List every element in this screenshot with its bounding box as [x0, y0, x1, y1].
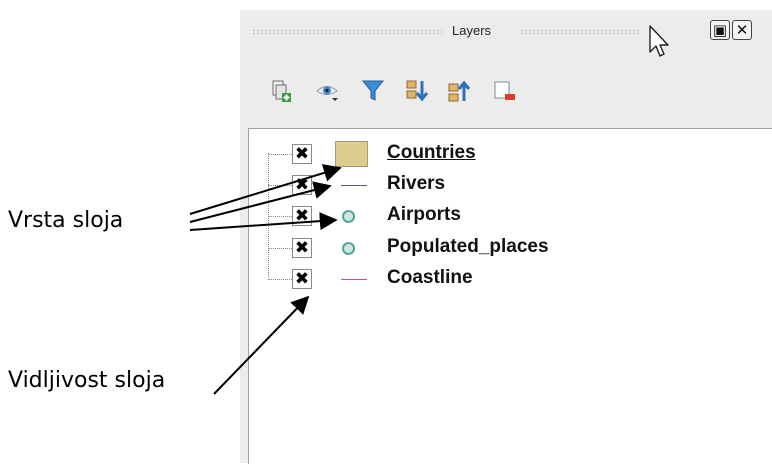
layer-type-symbol — [325, 233, 369, 263]
collapse-all-button[interactable] — [446, 78, 472, 104]
layer-row[interactable]: ✖ Rivers — [249, 170, 769, 200]
layer-type-symbol — [325, 139, 369, 169]
tree-branch — [268, 185, 292, 186]
tree-branch — [268, 154, 292, 155]
layer-name[interactable]: Coastline — [387, 267, 473, 289]
mouse-cursor-icon — [649, 25, 669, 57]
layer-visibility-checkbox[interactable]: ✖ — [292, 238, 312, 258]
float-panel-button[interactable]: ▣ — [710, 20, 730, 40]
layer-row[interactable]: ✖ Airports — [249, 201, 769, 231]
eye-visibility-icon — [316, 86, 338, 101]
layers-panel: Layers ▣ ✕ ✖ Countries ✖ Rivers ✖ Airpor… — [240, 10, 772, 464]
layer-type-annotation: Vrsta sloja — [8, 208, 124, 233]
panel-titlebar[interactable]: Layers ▣ ✕ — [240, 10, 772, 54]
tree-branch — [268, 216, 292, 217]
point-symbol-icon — [342, 210, 355, 223]
visibility-button[interactable] — [314, 78, 340, 104]
layer-name[interactable]: Countries — [387, 142, 476, 164]
expand-all-button[interactable] — [404, 78, 430, 104]
filter-icon — [361, 80, 385, 101]
filter-button[interactable] — [360, 78, 386, 104]
panel-title: Layers — [452, 23, 492, 38]
layer-visibility-checkbox[interactable]: ✖ — [292, 206, 312, 226]
layer-visibility-checkbox[interactable]: ✖ — [292, 144, 312, 164]
tree-branch — [268, 248, 292, 249]
layer-tree: ✖ Countries ✖ Rivers ✖ Airports ✖ Popula… — [248, 128, 772, 464]
layer-type-symbol — [325, 170, 369, 200]
line-symbol-icon — [341, 279, 367, 280]
add-group-button[interactable] — [268, 78, 294, 104]
layers-toolbar — [240, 54, 772, 128]
layer-name[interactable]: Rivers — [387, 173, 445, 195]
layer-name[interactable]: Airports — [387, 204, 461, 226]
layer-visibility-checkbox[interactable]: ✖ — [292, 175, 312, 195]
layer-visibility-annotation: Vidljivost sloja — [8, 368, 166, 393]
layer-type-symbol — [325, 264, 369, 294]
layer-row[interactable]: ✖ Populated_places — [249, 233, 769, 263]
layer-row[interactable]: ✖ Coastline — [249, 264, 769, 294]
remove-layer-icon — [494, 81, 515, 100]
layer-name[interactable]: Populated_places — [387, 236, 549, 258]
expand-all-icon — [406, 80, 429, 102]
layer-row[interactable]: ✖ Countries — [249, 139, 769, 169]
polygon-symbol-icon — [335, 141, 368, 167]
close-panel-button[interactable]: ✕ — [732, 20, 752, 40]
line-symbol-icon — [341, 185, 367, 186]
add-group-icon — [272, 80, 291, 102]
collapse-all-icon — [448, 80, 471, 102]
drag-grip[interactable] — [252, 29, 442, 35]
tree-branch — [268, 279, 292, 280]
layer-type-symbol — [325, 201, 369, 231]
drag-grip[interactable] — [520, 29, 640, 35]
remove-layer-button[interactable] — [492, 78, 518, 104]
point-symbol-icon — [342, 242, 355, 255]
layer-visibility-checkbox[interactable]: ✖ — [292, 269, 312, 289]
